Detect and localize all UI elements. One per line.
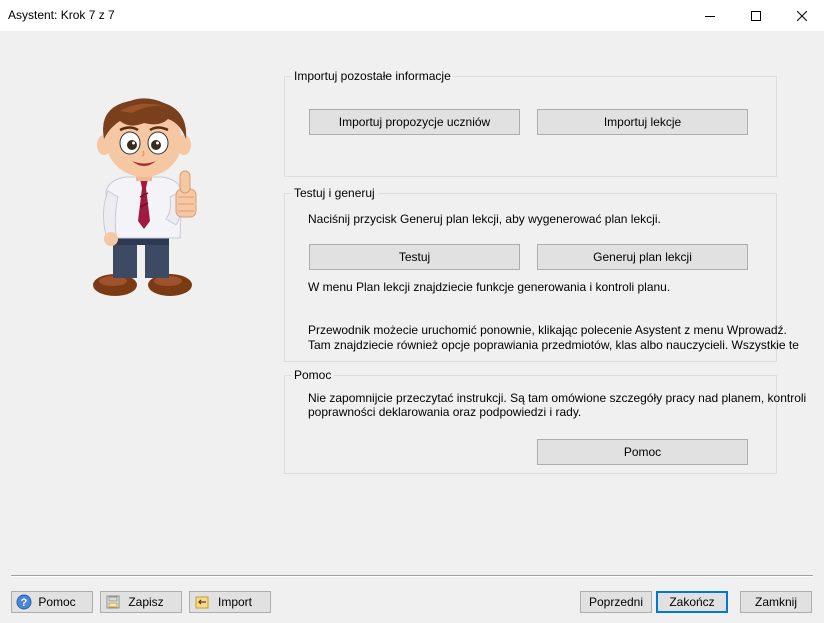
test-generate-group: Testuj i generuj Naciśnij przycisk Gener…: [284, 186, 799, 362]
previous-button[interactable]: Poprzedni: [580, 591, 652, 613]
footer-save-label: Zapisz: [128, 595, 164, 609]
import-proposals-button[interactable]: Importuj propozycje uczniów: [309, 109, 520, 135]
import-icon: [194, 594, 210, 610]
save-icon: [105, 594, 121, 610]
maximize-icon: [751, 10, 761, 21]
mascot-boy-thumbs-up-icon: [93, 98, 197, 296]
footer-separator: [11, 575, 813, 577]
help-text-line1: Nie zapomnijcie przeczytać instrukcji. S…: [308, 391, 807, 405]
footer-import-label: Import: [217, 595, 252, 609]
wizard-info-line1: Przewodnik możecie uruchomić ponownie, k…: [308, 323, 787, 337]
import-group-title: Importuj pozostałe informacje: [291, 69, 454, 83]
maximize-button[interactable]: [733, 0, 779, 31]
minimize-button[interactable]: [687, 0, 733, 31]
generate-instruction: Naciśnij przycisk Generuj plan lekcji, a…: [308, 212, 661, 226]
svg-text:?: ?: [21, 597, 28, 609]
title-bar: Asystent: Krok 7 z 7: [0, 0, 824, 31]
footer-save-button[interactable]: Zapisz: [100, 591, 182, 613]
help-text-line2: poprawności deklarowania oraz podpowiedz…: [308, 405, 582, 419]
close-wizard-button[interactable]: Zamknij: [740, 591, 812, 613]
minimize-icon: [705, 15, 715, 17]
wizard-client-area: Importuj pozostałe informacje Importuj p…: [0, 31, 824, 623]
test-generate-group-title: Testuj i generuj: [291, 186, 378, 200]
import-lessons-button[interactable]: Importuj lekcje: [537, 109, 748, 135]
close-button[interactable]: [779, 0, 824, 31]
footer-help-label: Pomoc: [38, 595, 76, 609]
close-icon: [797, 10, 807, 21]
help-group-title: Pomoc: [291, 368, 335, 382]
menu-info-text: W menu Plan lekcji znajdziecie funkcje g…: [308, 280, 671, 294]
help-group: Pomoc Nie zapomnijcie przeczytać instruk…: [284, 368, 806, 474]
window-title: Asystent: Krok 7 z 7: [8, 8, 115, 22]
finish-button[interactable]: Zakończ: [656, 591, 728, 613]
generate-plan-button[interactable]: Generuj plan lekcji: [537, 244, 748, 270]
footer-help-button[interactable]: ? Pomoc: [11, 591, 93, 613]
help-button[interactable]: Pomoc: [537, 439, 748, 465]
test-button[interactable]: Testuj: [309, 244, 520, 270]
wizard-info-line2: Tam znajdziecie również opcje poprawiani…: [308, 338, 799, 352]
help-question-icon: ?: [16, 594, 32, 610]
import-group: Importuj pozostałe informacje Importuj p…: [284, 69, 777, 177]
footer-import-button[interactable]: Import: [189, 591, 271, 613]
